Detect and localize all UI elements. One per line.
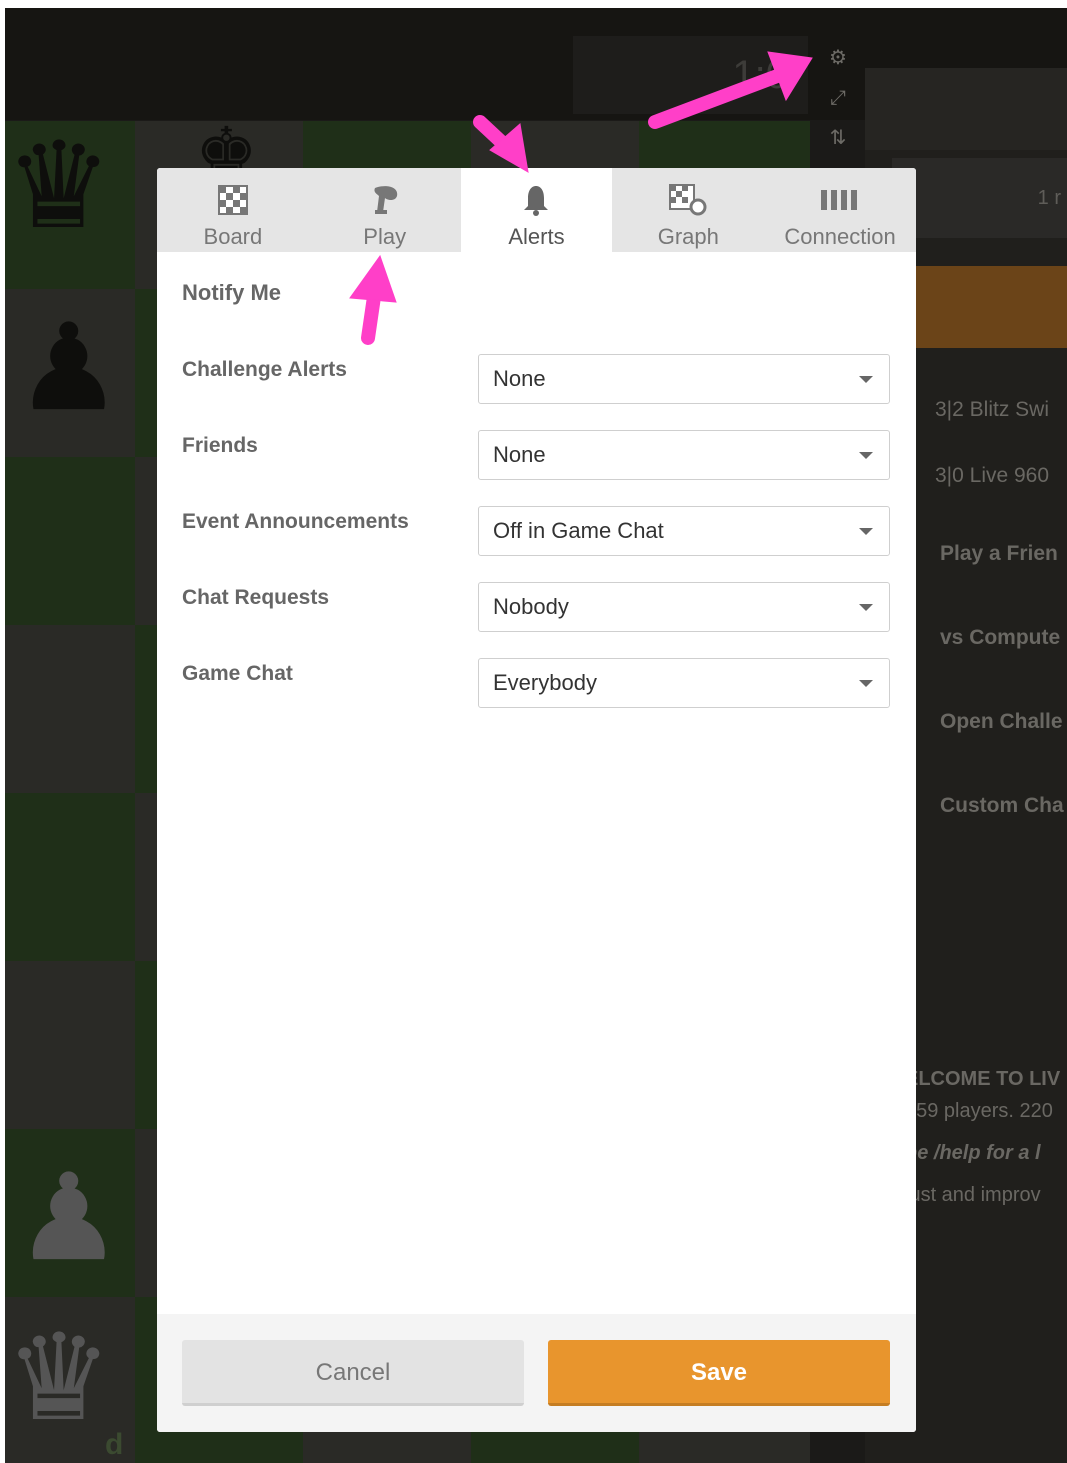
expand-icon[interactable]: ⤢ bbox=[823, 78, 853, 118]
select-value: Nobody bbox=[493, 594, 569, 619]
right-panel-item[interactable]: vs Compute bbox=[940, 618, 1060, 658]
chevron-down-icon bbox=[859, 604, 873, 611]
board-tools: ⚙ ⤢ ⇅ bbox=[823, 38, 853, 158]
cancel-button[interactable]: Cancel bbox=[182, 1340, 524, 1406]
select-value: None bbox=[493, 366, 546, 391]
challenge-alerts-label: Challenge Alerts bbox=[182, 358, 347, 381]
tab-label: Play bbox=[363, 224, 407, 249]
event-announcements-label: Event Announcements bbox=[182, 510, 409, 533]
bell-icon bbox=[516, 182, 556, 218]
tab-play[interactable]: Play bbox=[309, 168, 461, 252]
chevron-down-icon bbox=[859, 376, 873, 383]
game-chat-select[interactable]: Everybody bbox=[478, 658, 890, 708]
settings-tabs: Board Play Alerts Graph Connection bbox=[157, 168, 916, 252]
signal-bars-icon bbox=[820, 182, 860, 218]
settings-gear-icon[interactable]: ⚙ bbox=[823, 38, 853, 78]
right-panel-item[interactable]: Custom Cha bbox=[940, 786, 1064, 826]
white-queen-piece[interactable]: ♛ bbox=[5, 1318, 113, 1438]
checkerboard-icon bbox=[213, 182, 253, 218]
right-panel-item[interactable]: 3|0 Live 960 bbox=[935, 456, 1049, 496]
tab-label: Graph bbox=[657, 224, 719, 249]
challenge-alerts-select[interactable]: None bbox=[478, 354, 890, 404]
right-panel-header bbox=[865, 68, 1067, 150]
white-pawn-piece[interactable]: ♟ bbox=[15, 1158, 123, 1278]
right-panel-item[interactable]: Play a Frien bbox=[940, 534, 1058, 574]
tab-board[interactable]: Board bbox=[157, 168, 309, 252]
chat-line: ELCOME TO LIV bbox=[905, 1068, 1061, 1090]
tab-alerts[interactable]: Alerts bbox=[460, 168, 613, 252]
dialog-footer: Cancel Save bbox=[157, 1314, 916, 1432]
tab-label: Board bbox=[203, 224, 263, 249]
chat-requests-select[interactable]: Nobody bbox=[478, 582, 890, 632]
friends-select[interactable]: None bbox=[478, 430, 890, 480]
chevron-down-icon bbox=[859, 452, 873, 459]
game-chat-label: Game Chat bbox=[182, 662, 293, 685]
tab-connection[interactable]: Connection bbox=[764, 168, 916, 252]
chat-requests-label: Chat Requests bbox=[182, 586, 330, 609]
tab-graph[interactable]: Graph bbox=[612, 168, 764, 252]
right-panel-item[interactable]: Open Challe bbox=[940, 702, 1063, 742]
select-value: Everybody bbox=[493, 670, 597, 695]
select-value: None bbox=[493, 442, 546, 467]
tab-label: Connection bbox=[784, 224, 896, 249]
black-pawn-piece[interactable]: ♟ bbox=[15, 308, 123, 428]
settings-dialog: Board Play Alerts Graph Connection Notif… bbox=[157, 168, 916, 1432]
pawn-flag-icon bbox=[365, 182, 405, 218]
game-clock: 1:0 bbox=[573, 36, 808, 114]
chat-line: 559 players. 220 bbox=[905, 1100, 1053, 1122]
tab-label: Alerts bbox=[508, 224, 565, 249]
friends-label: Friends bbox=[182, 434, 258, 457]
event-announcements-select[interactable]: Off in Game Chat bbox=[478, 506, 890, 556]
board-graph-icon bbox=[668, 182, 708, 218]
save-button[interactable]: Save bbox=[548, 1340, 890, 1406]
section-title: Notify Me bbox=[182, 280, 281, 305]
chat-line: just and improv bbox=[905, 1184, 1041, 1206]
select-value: Off in Game Chat bbox=[493, 518, 664, 543]
right-panel-subheader: 1 r bbox=[892, 158, 1067, 238]
chevron-down-icon bbox=[859, 680, 873, 687]
file-label-d: d bbox=[105, 1428, 124, 1461]
black-queen-piece[interactable]: ♛ bbox=[5, 126, 113, 246]
chat-line: pe /help for a l bbox=[905, 1142, 1041, 1164]
right-panel-item[interactable]: 3|2 Blitz Swi bbox=[935, 390, 1049, 430]
flip-board-icon[interactable]: ⇅ bbox=[823, 118, 853, 158]
chevron-down-icon bbox=[859, 528, 873, 535]
